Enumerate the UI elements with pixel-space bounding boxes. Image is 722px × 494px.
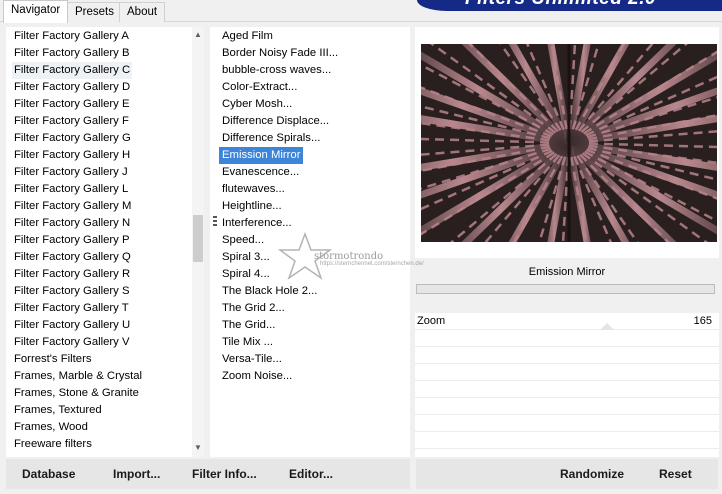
filter-item[interactable]: Heightline... [222,198,282,215]
category-item[interactable]: Freeware filters [14,436,92,453]
filter-item[interactable]: Versa-Tile... [222,351,282,368]
category-item[interactable]: Filter Factory Gallery L [14,181,128,198]
tab-about[interactable]: About [119,2,166,22]
filter-item[interactable]: Tile Mix ... [222,334,273,351]
filter-item[interactable]: Difference Displace... [222,113,329,130]
category-item[interactable]: Filter Factory Gallery G [14,130,131,147]
category-item[interactable]: Forrest's Filters [14,351,91,368]
tab-presets[interactable]: Presets [67,2,122,22]
filter-item[interactable]: Color-Extract... [222,79,297,96]
parameter-row [415,347,719,364]
parameter-row-zoom[interactable]: Zoom 165 [415,313,719,330]
app-banner: Filters Unlimited 2.0 [417,0,722,11]
category-item[interactable]: Filter Factory Gallery T [14,300,129,317]
parameter-row [415,364,719,381]
scroll-down-icon[interactable]: ▼ [192,441,204,455]
bottom-toolbar-left: Database Import... Filter Info... Editor… [6,459,410,489]
category-item[interactable]: Frames, Textured [14,402,102,419]
category-item[interactable]: Filter Factory Gallery H [14,147,130,164]
category-item[interactable]: Filter Factory Gallery J [14,164,128,181]
slider-marker-icon[interactable] [600,323,614,330]
category-item[interactable]: Filter Factory Gallery F [14,113,129,130]
parameter-row [415,330,719,347]
database-button[interactable]: Database [22,467,75,481]
scroll-up-icon[interactable]: ▲ [192,28,204,42]
parameter-value: 165 [693,315,712,327]
scroll-thumb[interactable] [193,215,203,262]
tab-bar: Navigator Presets About Filters Unlimite… [0,0,722,23]
category-item[interactable]: Filter Factory Gallery N [14,215,130,232]
filter-item[interactable]: Evanescence... [222,164,299,181]
category-list[interactable]: Filter Factory Gallery A Filter Factory G… [6,27,204,457]
parameter-label: Zoom [417,315,446,327]
filter-item[interactable]: Interference... [222,215,292,232]
reset-button[interactable]: Reset [659,467,692,481]
filter-item[interactable]: Cyber Mosh... [222,96,292,113]
watermark-url: https://sternchennet.com/sternchen.de/ [320,261,424,267]
filter-item[interactable]: Spiral 4... [222,266,270,283]
preview-panel: Emission Mirror Zoom 165 [412,27,719,457]
category-item[interactable]: Filter Factory Gallery E [14,96,130,113]
category-item[interactable]: Filter Factory Gallery P [14,232,130,249]
filter-item[interactable]: The Grid 2... [222,300,285,317]
category-item[interactable]: Filter Factory Gallery R [14,266,130,283]
category-item[interactable]: Filter Factory Gallery M [14,198,131,215]
grip-handle-icon [213,216,218,226]
category-item[interactable]: Frames, Wood [14,419,88,436]
category-item[interactable]: Filter Factory Gallery C [12,62,133,79]
randomize-button[interactable]: Randomize [560,467,624,481]
progress-bar [416,284,715,294]
filter-item[interactable]: The Grid... [222,317,275,334]
filter-item[interactable]: Speed... [222,232,264,249]
bottom-toolbar-right: Randomize Reset [416,459,718,489]
category-item[interactable]: Filter Factory Gallery S [14,283,130,300]
filter-item[interactable]: Emission Mirror [219,147,304,164]
preview-image [421,44,717,242]
category-item[interactable]: Filter Factory Gallery Q [14,249,131,266]
filter-info-button[interactable]: Filter Info... [192,467,257,481]
parameter-row [415,381,719,398]
filter-item[interactable]: Aged Film [222,28,273,45]
filter-item[interactable]: Difference Spirals... [222,130,320,147]
parameter-row [415,415,719,432]
preview-frame [415,27,719,258]
filter-item[interactable]: Border Noisy Fade III... [222,45,338,62]
filter-item[interactable]: flutewaves... [222,181,285,198]
watermark: stormotrondo https://sternchennet.com/st… [276,232,456,280]
editor-button[interactable]: Editor... [289,467,333,481]
category-scrollbar[interactable]: ▲ ▼ [192,27,204,457]
category-item[interactable]: Filter Factory Gallery B [14,45,130,62]
filter-item[interactable]: Spiral 3... [222,249,270,266]
filter-item[interactable]: bubble-cross waves... [222,62,331,79]
import-button[interactable]: Import... [113,467,160,481]
preview-title: Emission Mirror [415,260,719,285]
category-item[interactable]: Filter Factory Gallery V [14,334,130,351]
filter-item[interactable]: Zoom Noise... [222,368,292,385]
parameter-row [415,398,719,415]
tab-navigator[interactable]: Navigator [3,0,69,23]
filter-item[interactable]: The Black Hole 2... [222,283,317,300]
parameter-row [415,432,719,449]
category-item[interactable]: Frames, Stone & Granite [14,385,139,402]
category-item[interactable]: Filter Factory Gallery U [14,317,130,334]
category-item[interactable]: Filter Factory Gallery D [14,79,130,96]
app-title: Filters Unlimited 2.0 [465,0,656,9]
parameter-area: Zoom 165 [415,313,719,457]
category-item[interactable]: Frames, Marble & Crystal [14,368,142,385]
category-item[interactable]: Filter Factory Gallery A [14,28,129,45]
